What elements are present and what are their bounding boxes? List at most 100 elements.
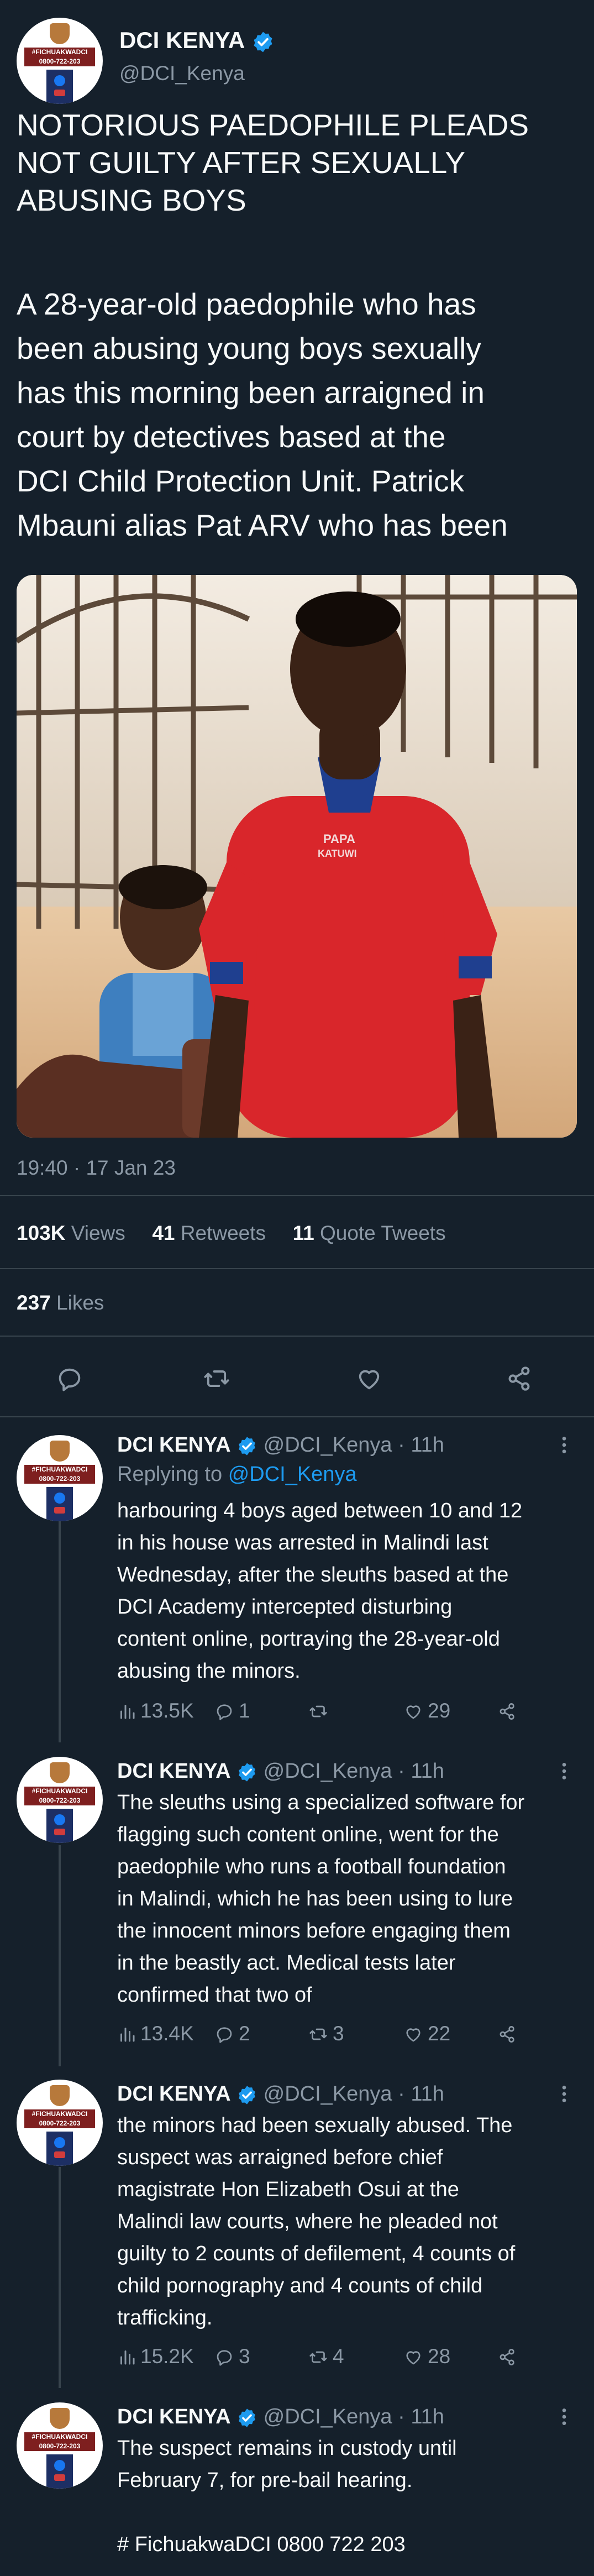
quotes-label[interactable]: Quote Tweets: [320, 1222, 446, 1244]
dci-seal-icon: [50, 23, 70, 44]
heart-icon[interactable]: [403, 1701, 423, 1721]
reply-header: DCI KENYA @DCI_Kenya · 11h: [117, 2404, 444, 2430]
avatar-tag-text: #FICHUAKWADCI 0800-722-203: [24, 48, 95, 66]
reply-views: 15.2K: [140, 2345, 194, 2368]
reply-time[interactable]: · 11h: [398, 2082, 444, 2106]
reply-text: harbouring 4 boys aged between 10 and 12…: [117, 1495, 522, 1687]
reply-line: in the beastly act. Medical tests later: [117, 1951, 456, 1975]
dci-seal-icon: [50, 1441, 70, 1462]
verified-badge-icon: [239, 1763, 255, 1782]
reply-line: flagging such content online, went for t…: [117, 1823, 499, 1846]
reply-comments: 3: [239, 2345, 250, 2368]
share-icon[interactable]: [505, 1364, 534, 1393]
share-icon[interactable]: [497, 2024, 517, 2044]
reply-line: magistrate Hon Elizabeth Osui at the: [117, 2178, 459, 2201]
avatar[interactable]: #FICHUAKWADCI 0800-722-203: [17, 18, 103, 104]
likes-count[interactable]: 237: [17, 1291, 51, 1314]
body-line: A 28-year-old paedophile who has: [17, 287, 476, 321]
avatar[interactable]: #FICHUAKWADCI 0800-722-203: [17, 1757, 103, 1843]
retweets-label[interactable]: Retweets: [181, 1222, 266, 1244]
reply-icon[interactable]: [214, 2347, 234, 2367]
reply-line: content online, portraying the 28-year-o…: [117, 1627, 500, 1651]
replying-to: Replying to @DCI_Kenya: [117, 1463, 357, 1486]
avatar-tag-text: #FICHUAKWADCI 0800-722-203: [24, 1787, 95, 1805]
more-dots-icon[interactable]: [556, 1760, 572, 1782]
retweet-icon[interactable]: [308, 2024, 328, 2044]
avatar-tag-text: #FICHUAKWADCI 0800-722-203: [24, 1465, 95, 1484]
reply-views: 13.5K: [140, 1699, 194, 1722]
reply-action-bar: 13.4K 2 3 22: [117, 2022, 537, 2049]
reply-author-name[interactable]: DCI KENYA: [117, 2082, 231, 2106]
reply-icon[interactable]: [214, 1701, 234, 1721]
reply-line: Malindi law courts, where he pleaded not: [117, 2210, 498, 2233]
reply-text: The sleuths using a specialized software…: [117, 1787, 524, 2011]
reply-line: The sleuths using a specialized software…: [117, 1791, 525, 1814]
reply-likes: 29: [428, 1699, 451, 1722]
more-dots-icon[interactable]: [556, 2083, 572, 2105]
replying-handle-link[interactable]: @DCI_Kenya: [228, 1463, 357, 1486]
reply-icon[interactable]: [214, 2024, 234, 2044]
reply-handle[interactable]: @DCI_Kenya: [264, 2082, 392, 2106]
share-icon[interactable]: [497, 2347, 517, 2367]
tweet-photo[interactable]: PAPA KATUWI: [17, 575, 577, 1138]
reply-time[interactable]: · 11h: [398, 1760, 444, 1783]
social-panel-icon: [46, 70, 73, 104]
avatar[interactable]: #FICHUAKWADCI 0800-722-203: [17, 1435, 103, 1521]
author-row: DCI KENYA: [119, 27, 275, 54]
reply-line: DCI Academy intercepted disturbing: [117, 1595, 453, 1619]
reply-author-name[interactable]: DCI KENYA: [117, 2405, 231, 2428]
reply-line: in Malindi, which he has been using to l…: [117, 1887, 513, 1910]
heart-icon[interactable]: [403, 2024, 423, 2044]
views-bar-icon[interactable]: [117, 1701, 137, 1721]
social-panel-icon: [46, 2454, 73, 2489]
avatar[interactable]: #FICHUAKWADCI 0800-722-203: [17, 2402, 103, 2489]
reply-line: suspect was arraigned before chief: [117, 2146, 443, 2169]
tweet-body: A 28-year-old paedophile who has been ab…: [17, 282, 508, 547]
reply-time[interactable]: · 11h: [398, 2405, 444, 2428]
reply-handle[interactable]: @DCI_Kenya: [264, 1433, 392, 1457]
likes-row: 237 Likes: [17, 1291, 104, 1315]
more-dots-icon[interactable]: [556, 1434, 572, 1456]
reply-line: in his house was arrested in Malindi las…: [117, 1531, 488, 1554]
headline-line: ABUSING BOYS: [17, 183, 246, 217]
svg-text:KATUWI: KATUWI: [318, 848, 357, 859]
retweet-icon[interactable]: [308, 2347, 328, 2367]
reply-line: harbouring 4 boys aged between 10 and 12: [117, 1499, 523, 1522]
reply-handle[interactable]: @DCI_Kenya: [264, 2405, 392, 2428]
retweet-icon[interactable]: [202, 1364, 231, 1393]
shirt-print-text: PAPA: [323, 832, 355, 846]
reply-time[interactable]: · 11h: [398, 1433, 444, 1457]
quotes-count[interactable]: 11: [293, 1222, 314, 1244]
views-bar-icon[interactable]: [117, 2347, 137, 2367]
reply-author-name[interactable]: DCI KENYA: [117, 1433, 231, 1457]
author-name[interactable]: DCI KENYA: [119, 27, 245, 53]
heart-icon[interactable]: [355, 1364, 383, 1393]
reply-line: trafficking.: [117, 2306, 213, 2329]
tweet-headline: NOTORIOUS PAEDOPHILE PLEADS NOT GUILTY A…: [17, 106, 529, 219]
retweets-count[interactable]: 41: [152, 1222, 175, 1244]
likes-label[interactable]: Likes: [56, 1291, 104, 1314]
author-handle[interactable]: @DCI_Kenya: [119, 62, 245, 85]
reply-header: DCI KENYA @DCI_Kenya · 11h: [117, 1758, 444, 1784]
reply-line: guilty to 2 counts of defilement, 4 coun…: [117, 2242, 516, 2265]
more-dots-icon[interactable]: [556, 2406, 572, 2428]
body-line: Mbauni alias Pat ARV who has been: [17, 508, 508, 542]
headline-line: NOTORIOUS PAEDOPHILE PLEADS: [17, 108, 529, 142]
tweet-timestamp[interactable]: 19:40 · 17 Jan 23: [17, 1156, 176, 1180]
reply-handle[interactable]: @DCI_Kenya: [264, 1760, 392, 1783]
reply-author-name[interactable]: DCI KENYA: [117, 1760, 231, 1783]
reply-line: paedophile who runs a football foundatio…: [117, 1855, 506, 1878]
retweet-icon[interactable]: [308, 1701, 328, 1721]
reply-line: [117, 2496, 457, 2528]
avatar[interactable]: #FICHUAKWADCI 0800-722-203: [17, 2080, 103, 2166]
share-icon[interactable]: [497, 1701, 517, 1721]
thread-line: [59, 2167, 61, 2388]
reply-likes: 22: [428, 2022, 451, 2045]
views-bar-icon[interactable]: [117, 2024, 137, 2044]
reply-icon[interactable]: [55, 1364, 84, 1393]
social-panel-icon: [46, 2132, 73, 2166]
reply-line: The suspect remains in custody until: [117, 2437, 457, 2460]
reply-comments: 1: [239, 1699, 250, 1722]
body-line: been abusing young boys sexually: [17, 331, 481, 365]
heart-icon[interactable]: [403, 2347, 423, 2367]
